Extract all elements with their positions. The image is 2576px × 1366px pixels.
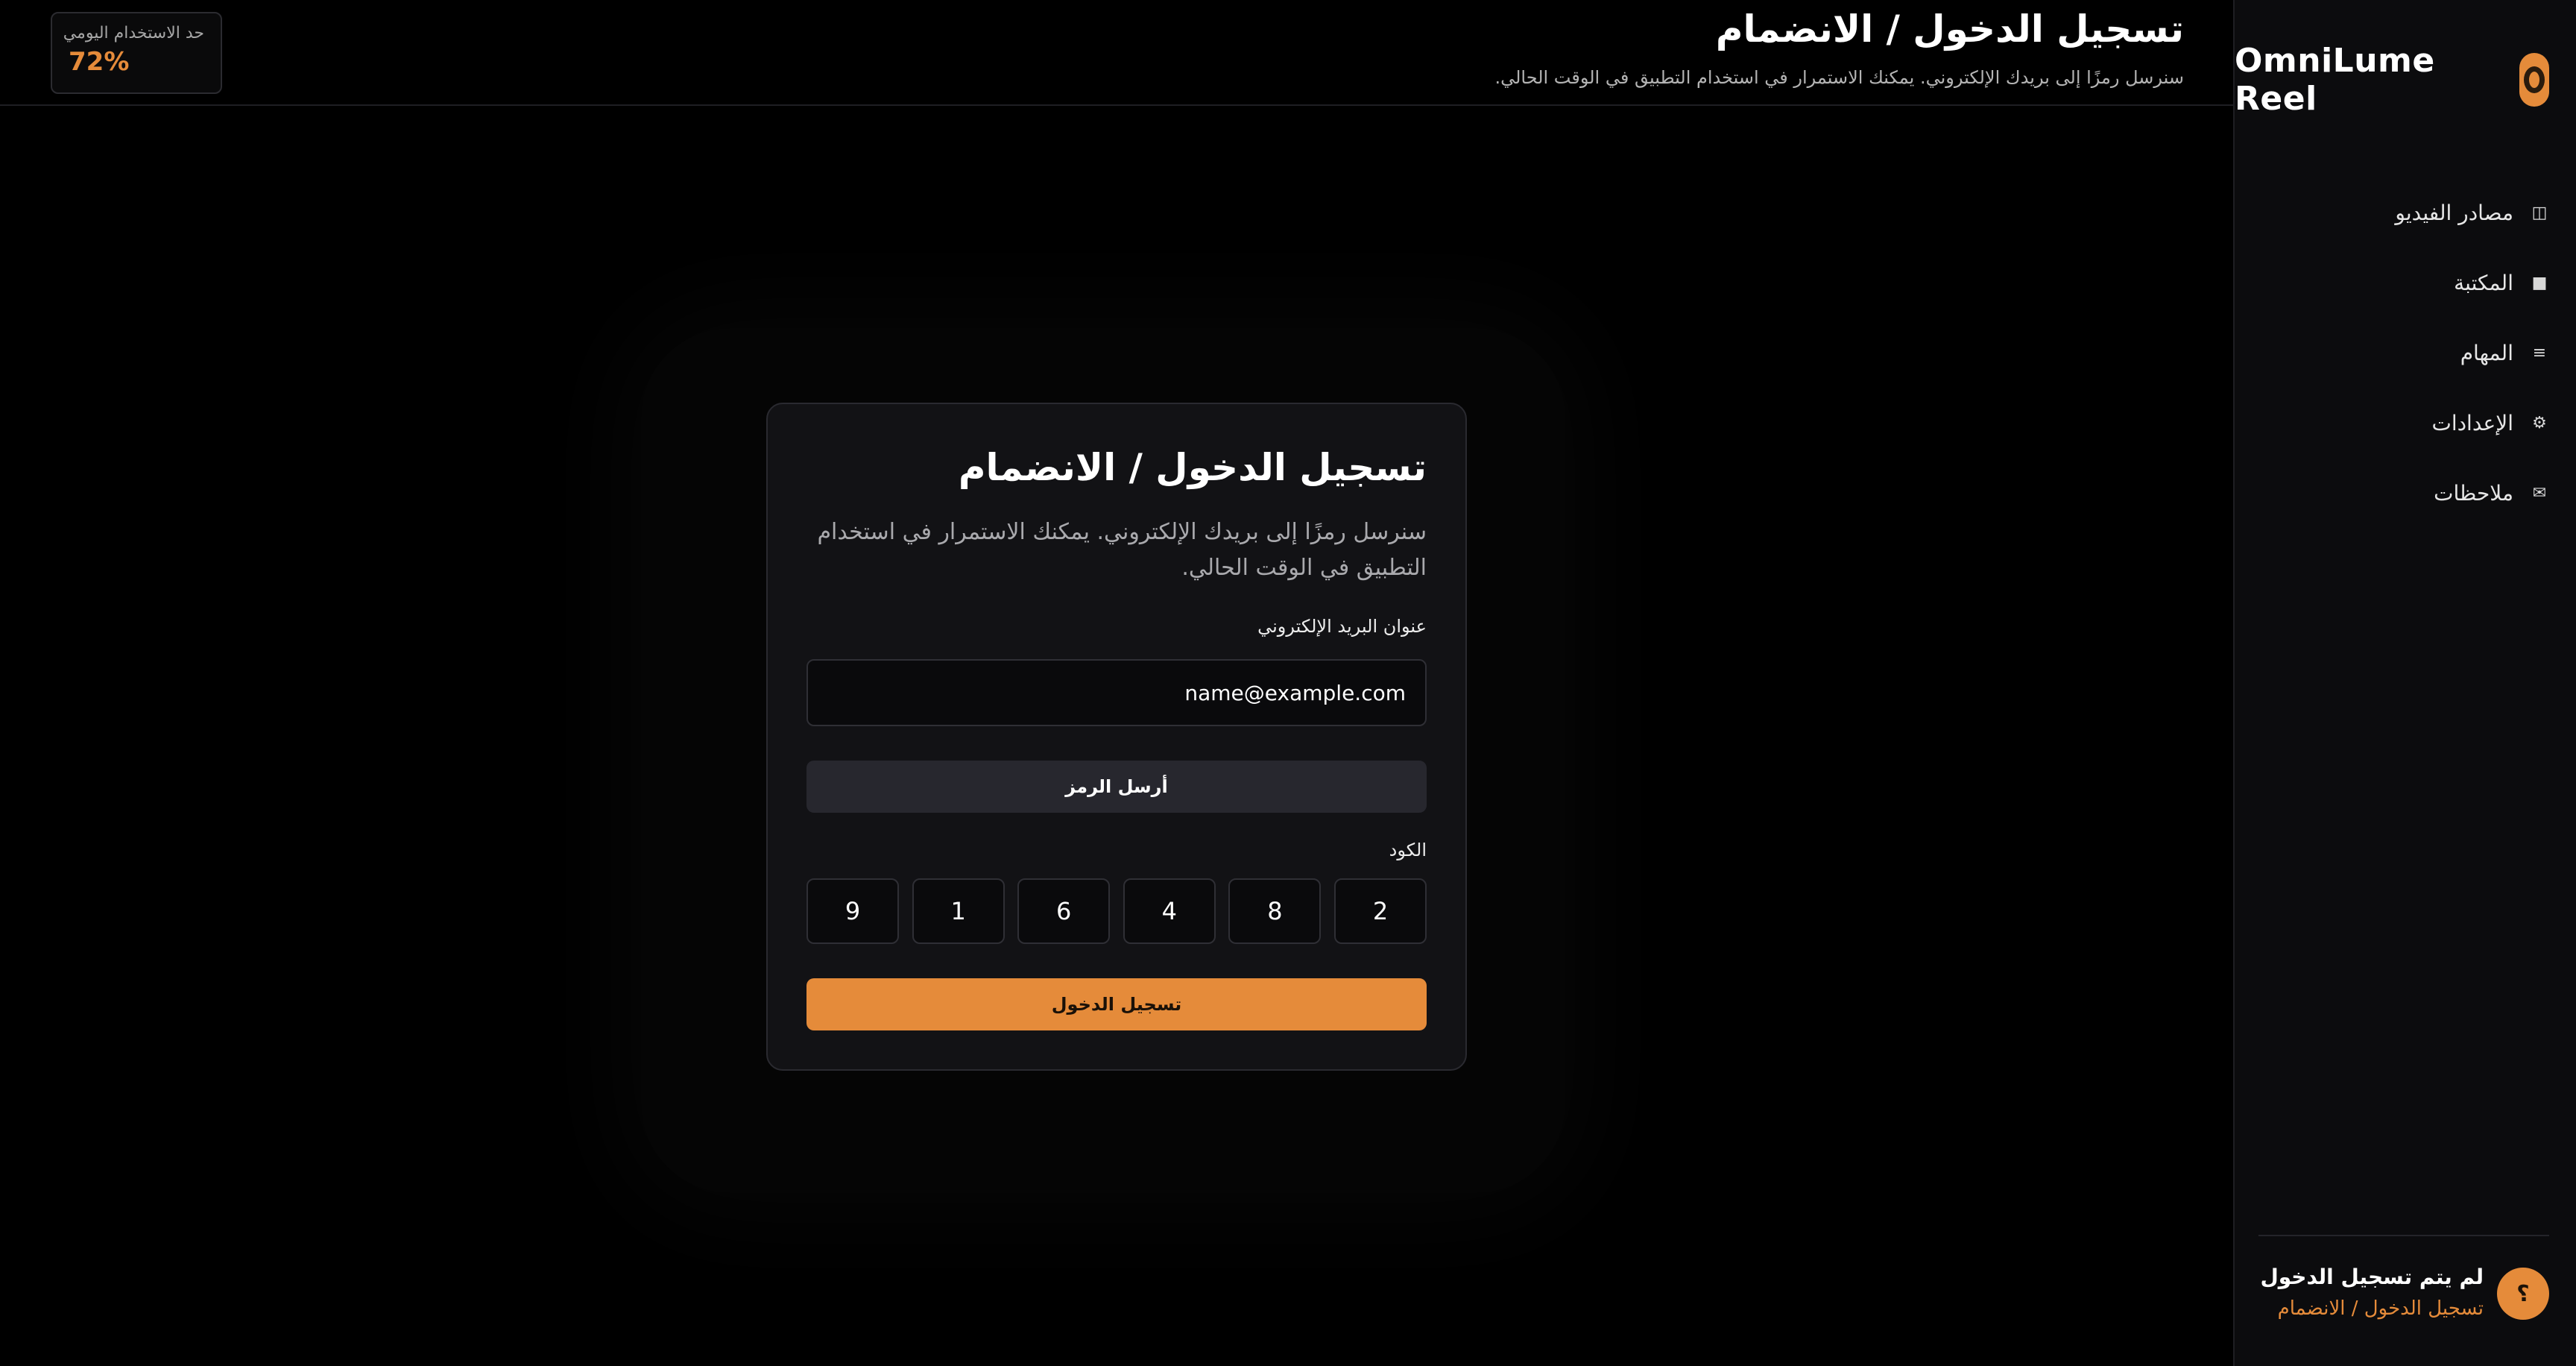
columns-icon: ◫ — [2531, 203, 2548, 222]
login-submit-button[interactable]: تسجيل الدخول — [806, 978, 1427, 1030]
sidebar-item-feedback[interactable]: ✉ ملاحظات — [2258, 458, 2549, 528]
login-card: تسجيل الدخول / الانضمام سنرسل رمزًا إلى … — [766, 403, 1467, 1071]
login-card-description: سنرسل رمزًا إلى بريدك الإلكتروني. يمكنك … — [817, 519, 1427, 581]
app-window: OmniLume Reel ◫ مصادر الفيديو ■ المكتبة … — [0, 0, 2576, 1366]
sidebar-item-label: مصادر الفيديو — [2395, 200, 2513, 225]
code-input-group — [806, 878, 1427, 944]
sidebar-item-tasks[interactable]: ≡ المهام — [2258, 318, 2549, 388]
email-label: عنوان البريد الإلكتروني — [1257, 616, 1427, 637]
code-digit-4[interactable] — [1017, 878, 1111, 944]
usage-limit-label: حد الاستخدام اليومي — [63, 24, 204, 43]
gear-icon: ⚙ — [2532, 413, 2547, 432]
envelope-icon: ✉ — [2532, 483, 2547, 503]
email-field[interactable] — [806, 659, 1427, 726]
sidebar-item-settings[interactable]: ⚙ الإعدادات — [2258, 388, 2549, 458]
avatar[interactable]: ؟ — [2497, 1268, 2549, 1320]
code-digit-6[interactable] — [806, 878, 900, 944]
login-link[interactable]: تسجيل الدخول / الانضمام — [2278, 1297, 2484, 1320]
user-status: لم يتم تسجيل الدخول — [2260, 1265, 2484, 1289]
page-subtitle: سنرسل رمزًا إلى بريدك الإلكتروني. يمكنك … — [1494, 67, 2184, 88]
send-code-button[interactable]: أرسل الرمز — [806, 761, 1427, 813]
main-content: تسجيل الدخول / الانضمام سنرسل رمزًا إلى … — [0, 0, 2233, 1366]
code-digit-3[interactable] — [1123, 878, 1216, 944]
sidebar: OmniLume Reel ◫ مصادر الفيديو ■ المكتبة … — [2233, 0, 2576, 1366]
sidebar-item-label: المهام — [2460, 340, 2513, 365]
login-card-title: تسجيل الدخول / الانضمام — [958, 446, 1427, 489]
usage-limit-badge: حد الاستخدام اليومي 72% — [51, 12, 222, 94]
square-icon: ■ — [2531, 273, 2548, 292]
code-digit-1[interactable] — [1334, 878, 1427, 944]
sidebar-item-label: ملاحظات — [2434, 480, 2513, 506]
sidebar-item-video-sources[interactable]: ◫ مصادر الفيديو — [2258, 177, 2549, 248]
list-icon: ≡ — [2532, 343, 2547, 362]
user-section[interactable]: ؟ لم يتم تسجيل الدخول تسجيل الدخول / الا… — [2258, 1235, 2549, 1366]
page-header: تسجيل الدخول / الانضمام سنرسل رمزًا إلى … — [0, 0, 2233, 106]
sidebar-item-label: المكتبة — [2454, 270, 2513, 295]
sidebar-item-label: الإعدادات — [2431, 410, 2513, 435]
code-digit-5[interactable] — [912, 878, 1005, 944]
code-digit-2[interactable] — [1228, 878, 1322, 944]
brand[interactable]: OmniLume Reel — [2235, 42, 2549, 118]
sidebar-nav: ◫ مصادر الفيديو ■ المكتبة ≡ المهام ⚙ الإ… — [2258, 177, 2549, 528]
code-label: الكود — [1389, 840, 1427, 860]
app-name: OmniLume Reel — [2235, 42, 2435, 118]
usage-limit-value: 72% — [69, 47, 130, 77]
film-reel-logo-icon — [2519, 53, 2549, 107]
sidebar-item-library[interactable]: ■ المكتبة — [2258, 248, 2549, 318]
page-title: تسجيل الدخول / الانضمام — [1715, 7, 2184, 51]
